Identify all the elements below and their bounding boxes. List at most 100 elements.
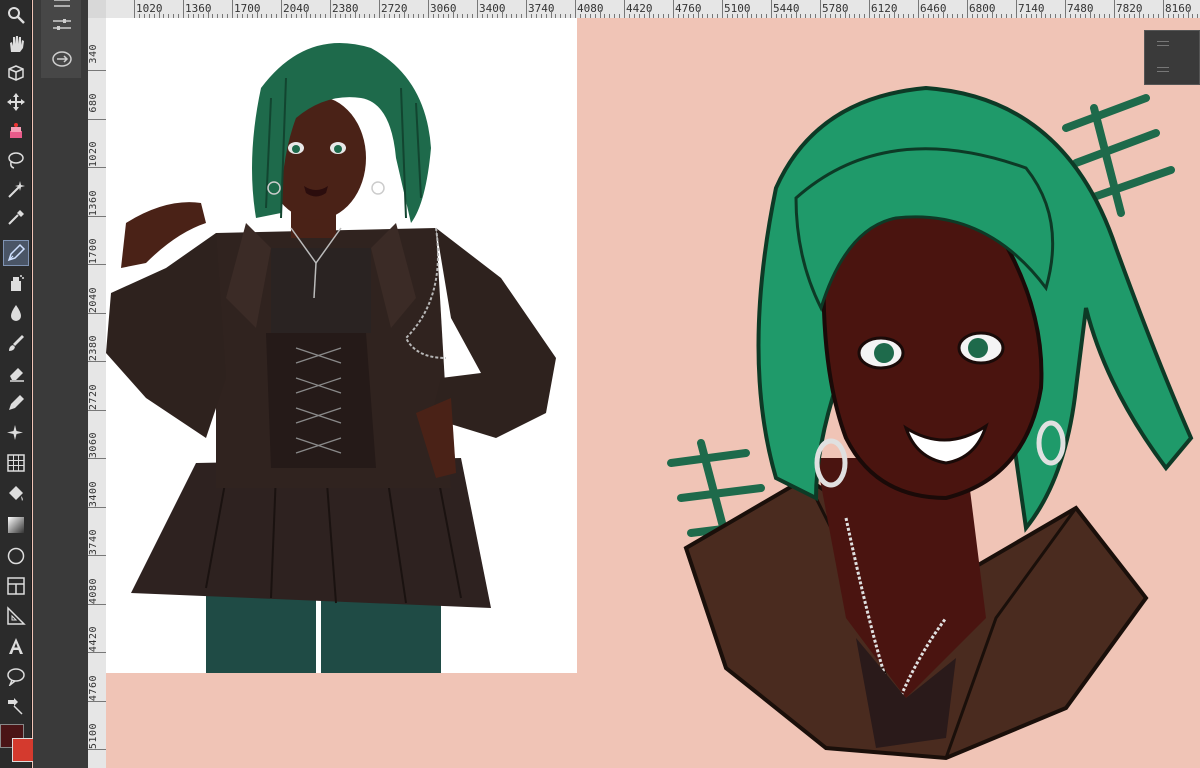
ruler-v-major-tick xyxy=(88,555,106,556)
add-subtool-icon[interactable] xyxy=(51,50,73,68)
ruler-v-major-tick xyxy=(88,652,106,653)
ruler-h-minor-tick xyxy=(795,10,797,18)
ruler-v-label: 3060 xyxy=(88,432,99,459)
ruler-h-major-tick xyxy=(1114,0,1115,18)
sub-tool-panel xyxy=(33,0,88,768)
fill-bucket-icon[interactable] xyxy=(3,480,29,506)
ruler-h-major-tick xyxy=(281,0,282,18)
hand-icon[interactable] xyxy=(3,31,29,57)
ruler-h-minor-tick xyxy=(1040,10,1042,18)
move-icon[interactable] xyxy=(3,89,29,115)
brush-icon[interactable] xyxy=(3,330,29,356)
water-drop-icon[interactable] xyxy=(3,300,29,326)
canvas-area[interactable] xyxy=(106,18,1200,768)
object-icon[interactable] xyxy=(3,60,29,86)
correct-line-icon[interactable] xyxy=(3,693,29,719)
ruler-h-minor-tick xyxy=(893,10,895,18)
ruler-v-label: 2380 xyxy=(88,335,99,362)
ruler-h-minor-tick xyxy=(158,10,160,18)
ruler-h-minor-tick xyxy=(1089,10,1091,18)
ruler-h-major-tick xyxy=(820,0,821,18)
ruler-v-label: 4420 xyxy=(88,626,99,653)
ruler-h-major-tick xyxy=(379,0,380,18)
ruler-h-major-tick xyxy=(134,0,135,18)
ruler-v-major-tick xyxy=(88,312,106,314)
ruler-v-label: 2040 xyxy=(88,286,99,313)
ruler-v-label: 1360 xyxy=(88,189,99,216)
ruler-v-label: 1700 xyxy=(88,238,99,265)
ruler-h-major-tick xyxy=(1065,0,1066,18)
ruler-h-major-tick xyxy=(918,0,919,18)
ruler-icon[interactable] xyxy=(3,603,29,629)
ruler-h-major-tick xyxy=(330,0,331,18)
ruler-h-major-tick xyxy=(967,0,968,18)
ruler-v-label: 680 xyxy=(88,92,99,113)
reference-sheet xyxy=(106,18,577,673)
ruler-h-minor-tick xyxy=(599,10,601,18)
zoom-icon[interactable] xyxy=(3,2,29,28)
ruler-v-major-tick xyxy=(88,264,106,265)
ruler-h-major-tick xyxy=(673,0,674,18)
ruler-h-minor-tick xyxy=(648,10,650,18)
ruler-v-label: 5100 xyxy=(88,723,99,750)
tool-bar xyxy=(0,0,36,768)
bust-illustration xyxy=(667,85,1194,761)
ruler-v-major-tick xyxy=(88,506,106,508)
horizontal-ruler: 1020 1360 1700 2040 2380 2720 3060 3400 3740 4080… xyxy=(106,0,1200,19)
text-icon[interactable] xyxy=(3,633,29,659)
ruler-h-major-tick xyxy=(722,0,723,18)
magic-wand-icon[interactable] xyxy=(3,176,29,202)
pencil-spray-icon[interactable] xyxy=(3,270,29,296)
ruler-v-label: 3400 xyxy=(88,480,99,507)
ruler-v-label: 340 xyxy=(88,44,99,64)
ruler-v-label: 4760 xyxy=(88,674,99,701)
ruler-h-minor-tick xyxy=(403,10,405,18)
speech-balloon-icon[interactable] xyxy=(3,663,29,689)
settings-sliders-icon[interactable] xyxy=(51,16,73,34)
ruler-v-major-tick xyxy=(88,749,106,750)
ruler-h-major-tick xyxy=(428,0,429,18)
blend-pen-icon[interactable] xyxy=(3,390,29,416)
ruler-v-major-tick xyxy=(88,458,106,459)
ruler-h-major-tick xyxy=(575,0,576,18)
ruler-v-label: 3740 xyxy=(88,529,99,556)
circle-shape-icon[interactable] xyxy=(3,543,29,569)
ruler-h-major-tick xyxy=(869,0,870,18)
ruler-v-major-tick xyxy=(88,118,106,120)
sparkle-icon[interactable] xyxy=(3,420,29,446)
ruler-h-major-tick xyxy=(1163,0,1164,18)
ruler-v-label: 4080 xyxy=(88,577,99,604)
eraser-icon[interactable] xyxy=(3,360,29,386)
grid-icon[interactable] xyxy=(3,450,29,476)
ruler-v-major-tick xyxy=(88,361,106,362)
vertical-ruler: 340 680 1020 1360 1700 2040 2380 2720 3060 3400 37… xyxy=(88,18,107,768)
floating-panel-handle[interactable] xyxy=(1144,30,1200,85)
ruler-h-major-tick xyxy=(624,0,625,18)
pen-icon[interactable] xyxy=(3,240,29,266)
ruler-v-major-tick xyxy=(88,700,106,702)
ruler-h-minor-tick xyxy=(452,10,454,18)
ruler-v-major-tick xyxy=(88,70,106,71)
ruler-h-minor-tick xyxy=(207,10,209,18)
ruler-v-major-tick xyxy=(88,603,106,605)
gradient-icon[interactable] xyxy=(3,512,29,538)
cake-icon[interactable] xyxy=(3,118,29,144)
ruler-h-major-tick xyxy=(1016,0,1017,18)
frame-icon[interactable] xyxy=(3,573,29,599)
ruler-h-major-tick xyxy=(232,0,233,18)
ruler-h-minor-tick xyxy=(1138,10,1140,18)
ruler-h-minor-tick xyxy=(1187,10,1189,18)
lasso-select-icon[interactable] xyxy=(3,147,29,173)
ruler-h-minor-tick xyxy=(550,10,552,18)
ruler-h-minor-tick xyxy=(942,10,944,18)
ruler-v-label: 1020 xyxy=(88,141,99,168)
ruler-v-major-tick xyxy=(88,215,106,217)
ruler-h-minor-tick xyxy=(991,10,993,18)
ruler-h-major-tick xyxy=(526,0,527,18)
ruler-h-minor-tick xyxy=(844,10,846,18)
ruler-h-minor-tick xyxy=(697,10,699,18)
ruler-h-minor-tick xyxy=(305,10,307,18)
ruler-v-major-tick xyxy=(88,167,106,168)
menu-icon[interactable] xyxy=(51,0,73,16)
eyedropper-icon[interactable] xyxy=(3,205,29,231)
